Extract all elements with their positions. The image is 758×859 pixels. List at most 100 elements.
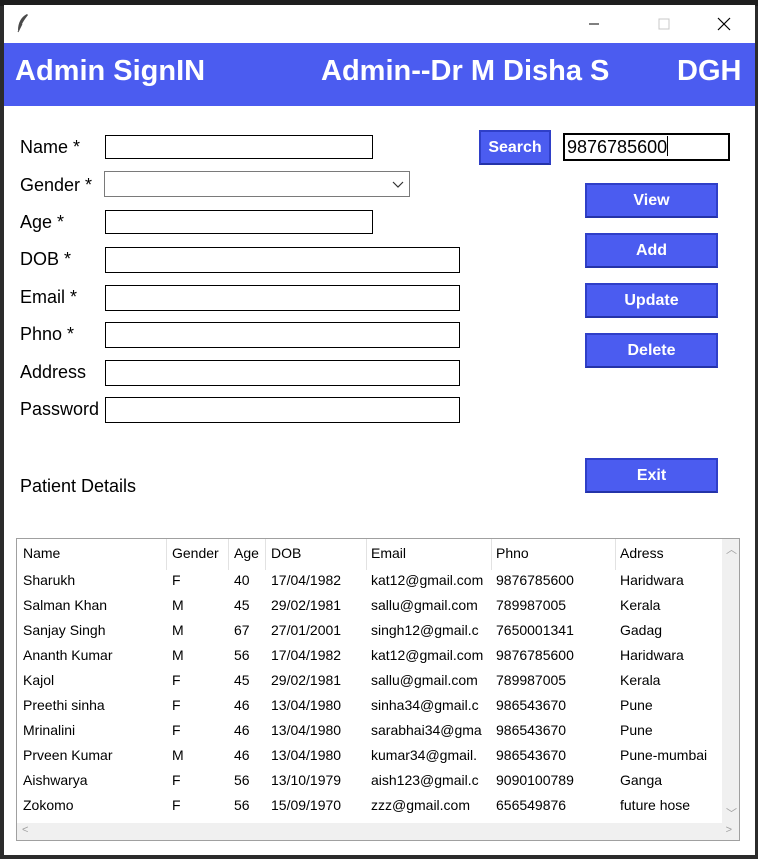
search-button[interactable]: Search bbox=[479, 130, 551, 165]
table-cell: 789987005 bbox=[496, 597, 567, 613]
vertical-scrollbar[interactable]: ︿ ﹀ bbox=[722, 539, 739, 823]
scroll-left-icon[interactable]: < bbox=[22, 824, 28, 836]
table-row[interactable]: Sharukh F 40 17/04/1982 kat12@gmail.com 98767… bbox=[17, 570, 722, 595]
table-row[interactable]: Ananth Kumar M 56 17/04/1982 kat12@gmail.com… bbox=[17, 645, 722, 670]
table-row[interactable]: Zokomo F 56 15/09/1970 zzz@gmail.com 65654987… bbox=[17, 795, 722, 820]
feather-icon bbox=[17, 14, 28, 33]
table-cell: 13/04/1980 bbox=[271, 697, 342, 713]
table-cell: Prveen Kumar bbox=[23, 747, 113, 763]
table-cell: sallu@gmail.com bbox=[371, 672, 478, 688]
close-button[interactable] bbox=[701, 5, 747, 43]
table-cell: Haridwara bbox=[620, 647, 684, 663]
table-row[interactable]: Sanjay Singh M 67 27/01/2001 singh12@gmail.c… bbox=[17, 620, 722, 645]
gender-select[interactable] bbox=[104, 171, 410, 197]
table-cell: Kerala bbox=[620, 597, 661, 613]
table-row[interactable]: Aishwarya F 56 13/10/1979 aish123@gmail.c 909… bbox=[17, 770, 722, 795]
table-cell: M bbox=[172, 647, 184, 663]
maximize-button[interactable] bbox=[641, 5, 687, 43]
table-cell: Sharukh bbox=[23, 572, 76, 588]
org-name: DGH bbox=[677, 55, 742, 87]
table-cell: future hose bbox=[620, 797, 691, 813]
table-row[interactable]: Salman Khan M 45 29/02/1981 sallu@gmail.com 7… bbox=[17, 595, 722, 620]
address-input[interactable] bbox=[105, 360, 460, 386]
table-cell: Preethi sinha bbox=[23, 697, 105, 713]
table-cell: sinha34@gmail.c bbox=[371, 697, 479, 713]
column-separator[interactable] bbox=[366, 539, 367, 570]
scroll-down-icon[interactable]: ﹀ bbox=[726, 805, 737, 821]
table-cell: 46 bbox=[234, 697, 250, 713]
table-cell: Aishwarya bbox=[23, 772, 88, 788]
table-cell: 40 bbox=[234, 572, 250, 588]
minimize-button[interactable] bbox=[571, 5, 617, 43]
age-input[interactable] bbox=[105, 210, 373, 234]
table-cell: 15/09/1970 bbox=[271, 797, 342, 813]
column-header[interactable]: Adress bbox=[620, 545, 720, 561]
column-separator[interactable] bbox=[615, 539, 616, 570]
table-cell: M bbox=[172, 747, 184, 763]
table-row[interactable]: Kajol F 45 29/02/1981 sallu@gmail.com 7899870… bbox=[17, 670, 722, 695]
phno-label: Phno * bbox=[20, 324, 75, 344]
exit-button[interactable]: Exit bbox=[585, 458, 718, 493]
table-cell: 56 bbox=[234, 797, 250, 813]
table-cell: 17/04/1982 bbox=[271, 647, 342, 663]
table-cell: 13/04/1980 bbox=[271, 747, 342, 763]
table-row[interactable]: Mrinalini F 46 13/04/1980 sarabhai34@gma 9865… bbox=[17, 720, 722, 745]
table-row[interactable]: Preethi sinha F 46 13/04/1980 sinha34@gmail.… bbox=[17, 695, 722, 720]
text-caret bbox=[667, 136, 669, 156]
column-header[interactable]: Gender bbox=[172, 545, 230, 561]
update-button[interactable]: Update bbox=[585, 283, 718, 318]
column-separator[interactable] bbox=[265, 539, 266, 570]
column-separator[interactable] bbox=[228, 539, 229, 570]
table-cell: F bbox=[172, 722, 181, 738]
table-cell: Sanjay Singh bbox=[23, 622, 106, 638]
add-button[interactable]: Add bbox=[585, 233, 718, 268]
column-separator[interactable] bbox=[491, 539, 492, 570]
table-cell: 29/02/1981 bbox=[271, 597, 342, 613]
column-header[interactable]: DOB bbox=[271, 545, 367, 561]
horizontal-scrollbar[interactable]: < > bbox=[17, 823, 739, 840]
patient-table[interactable]: Name Gender Age DOB Email Phno Adress Sharukh F… bbox=[16, 538, 740, 841]
page-title: Admin SignIN bbox=[15, 55, 206, 87]
scroll-up-icon[interactable]: ︿ bbox=[726, 541, 737, 557]
table-cell: F bbox=[172, 572, 181, 588]
delete-button[interactable]: Delete bbox=[585, 333, 718, 368]
table-cell: 9876785600 bbox=[496, 572, 574, 588]
search-value: 9876785600 bbox=[567, 137, 668, 157]
table-cell: zzz@gmail.com bbox=[371, 797, 471, 813]
table-cell: 789987005 bbox=[496, 672, 567, 688]
table-cell: Ananth Kumar bbox=[23, 647, 113, 663]
name-input[interactable] bbox=[105, 135, 373, 159]
maximize-icon bbox=[658, 18, 670, 30]
minimize-icon bbox=[589, 23, 599, 25]
view-button[interactable]: View bbox=[585, 183, 718, 218]
table-cell: 986543670 bbox=[496, 747, 567, 763]
table-cell: 986543670 bbox=[496, 722, 567, 738]
column-header[interactable]: Phno bbox=[496, 545, 616, 561]
table-cell: Pune-mumbai bbox=[620, 747, 708, 763]
table-cell: 45 bbox=[234, 672, 250, 688]
table-cell: 13/04/1980 bbox=[271, 722, 342, 738]
search-input[interactable]: 9876785600 bbox=[563, 133, 730, 161]
table-cell: 46 bbox=[234, 722, 250, 738]
column-separator[interactable] bbox=[166, 539, 167, 570]
table-cell: M bbox=[172, 622, 184, 638]
email-input[interactable] bbox=[105, 285, 460, 311]
dob-input[interactable] bbox=[105, 247, 460, 273]
phno-input[interactable] bbox=[105, 322, 460, 348]
table-cell: 45 bbox=[234, 597, 250, 613]
chevron-down-icon bbox=[392, 181, 404, 188]
table-cell: 29/02/1981 bbox=[271, 672, 342, 688]
table-cell: Salman Khan bbox=[23, 597, 108, 613]
scroll-right-icon[interactable]: > bbox=[726, 824, 732, 836]
column-header[interactable]: Age bbox=[234, 545, 268, 561]
column-header[interactable]: Email bbox=[371, 545, 491, 561]
table-row[interactable]: Prveen Kumar M 46 13/04/1980 kumar34@gmail. 9… bbox=[17, 745, 722, 770]
app-window: Admin SignIN Admin--Dr M Disha S DGH Nam… bbox=[4, 5, 755, 855]
table-cell: 986543670 bbox=[496, 697, 567, 713]
table-cell: 56 bbox=[234, 772, 250, 788]
table-cell: 56 bbox=[234, 647, 250, 663]
table-cell: sarabhai34@gma bbox=[371, 722, 482, 738]
password-input[interactable] bbox=[105, 397, 460, 423]
column-header[interactable]: Name bbox=[23, 545, 168, 561]
table-cell: Haridwara bbox=[620, 572, 684, 588]
